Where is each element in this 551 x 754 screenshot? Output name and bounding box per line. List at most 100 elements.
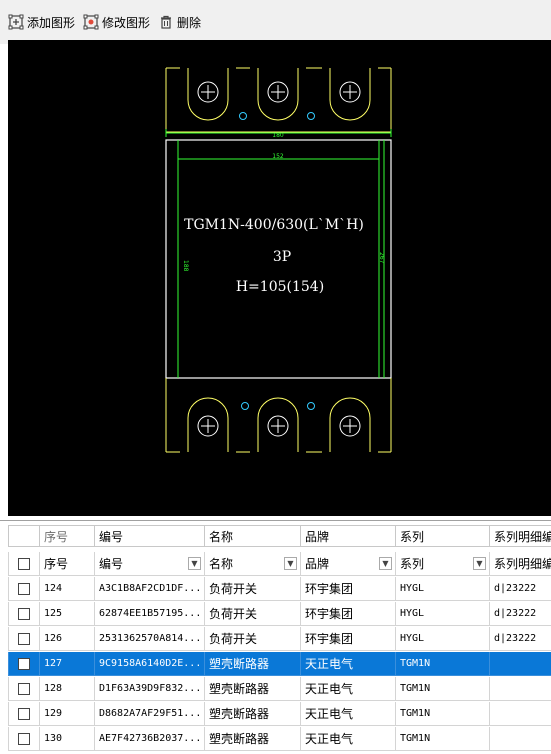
column-header-code[interactable]: 编号 ▼ [95,552,205,576]
cell-detail[interactable]: d|23222 [490,627,551,651]
delete-button[interactable]: 删除 [158,11,201,33]
cell-code[interactable]: AE7F42736B2037... [95,727,205,751]
cell-name[interactable]: 塑壳断路器 [205,727,301,751]
row-checkbox-cell [8,727,40,751]
brand-filter-dropdown-icon[interactable]: ▼ [379,557,392,570]
cell-series[interactable]: HYGL [396,602,490,626]
column-header-code-label: 编号 [99,557,124,571]
toolbar: 添加图形 修改图形 删除 [0,0,551,44]
cell-brand[interactable]: 天正电气 [301,652,396,676]
cell-detail[interactable] [490,677,551,701]
cell-detail[interactable]: d|23222 [490,577,551,601]
cell-detail[interactable] [490,727,551,751]
cell-series[interactable]: TGM1N [396,652,490,676]
series-filter-dropdown-icon[interactable]: ▼ [473,557,486,570]
cell-seq[interactable]: 129 [40,702,95,726]
cell-name[interactable]: 负荷开关 [205,627,301,651]
group-header-code[interactable]: 编号 [95,525,205,547]
row-checkbox-cell [8,602,40,626]
model-label: TGM1N-400/630(L`M`H) [184,217,364,233]
row-checkbox[interactable] [18,657,30,670]
add-shape-label: 添加图形 [27,15,76,30]
cell-series[interactable]: TGM1N [396,702,490,726]
cell-code[interactable]: 2531362570A814... [95,627,205,651]
outer-width-label: 180 [272,132,284,139]
height-label: H=105(154) [236,279,324,295]
cell-code[interactable]: 62874EE1B57195... [95,602,205,626]
table-row[interactable]: 126 2531362570A814... 负荷开关 环宇集团 HYGL d|23222 [8,627,551,651]
edit-shape-button[interactable]: 修改图形 [83,11,150,33]
inner-width-label: 152 [272,153,284,160]
row-checkbox[interactable] [18,607,30,620]
cell-code[interactable]: D8682A7AF29F51... [95,702,205,726]
name-filter-dropdown-icon[interactable]: ▼ [284,557,297,570]
row-checkbox[interactable] [18,732,30,745]
group-header-brand[interactable]: 品牌 [301,525,396,547]
column-header-series[interactable]: 系列 ▼ [396,552,490,576]
cell-name[interactable]: 负荷开关 [205,577,301,601]
cell-series[interactable]: HYGL [396,577,490,601]
drawing-canvas[interactable]: 180 152 188 267 TGM1N-400/630(L`M`H) 3P … [8,40,551,516]
select-all-cell [8,552,40,576]
cell-name[interactable]: 塑壳断路器 [205,702,301,726]
cell-brand[interactable]: 环宇集团 [301,577,396,601]
cell-code[interactable]: D1F63A39D9F832... [95,677,205,701]
cell-name[interactable]: 塑壳断路器 [205,652,301,676]
cell-seq[interactable]: 128 [40,677,95,701]
cell-seq[interactable]: 124 [40,577,95,601]
column-header-seq[interactable]: 序号 [40,552,95,576]
cell-code[interactable]: 9C9158A6140D2E... [95,652,205,676]
add-shape-button[interactable]: 添加图形 [8,11,75,33]
row-checkbox[interactable] [18,632,30,645]
table-row[interactable]: 129 D8682A7AF29F51... 塑壳断路器 天正电气 TGM1N [8,702,551,726]
bottom-terminal-block [165,378,392,453]
row-checkbox-cell [8,577,40,601]
top-screw-icons [197,81,361,103]
table-row[interactable]: 125 62874EE1B57195... 负荷开关 环宇集团 HYGL d|23222 [8,602,551,626]
poles-label: 3P [273,249,291,265]
table-row[interactable]: 124 A3C1B8AF2CD1DF... 负荷开关 环宇集团 HYGL d|23222 [8,577,551,601]
group-header-series[interactable]: 系列 [396,525,490,547]
top-mount-holes [239,112,315,120]
group-header-detail[interactable]: 系列明细编 [490,525,551,547]
cell-detail[interactable]: d|23222 [490,602,551,626]
cell-series[interactable]: HYGL [396,627,490,651]
cell-brand[interactable]: 环宇集团 [301,602,396,626]
cell-seq[interactable]: 130 [40,727,95,751]
group-header-row: 序号 编号 名称 品牌 系列 系列明细编 [8,525,551,549]
cell-name[interactable]: 负荷开关 [205,602,301,626]
breaker-drawing: 180 152 188 267 TGM1N-400/630(L`M`H) 3P … [165,67,392,453]
table-row[interactable]: 128 D1F63A39D9F832... 塑壳断路器 天正电气 TGM1N [8,677,551,701]
table-row[interactable]: 130 AE7F42736B2037... 塑壳断路器 天正电气 TGM1N [8,727,551,751]
row-checkbox[interactable] [18,582,30,595]
outer-height-label: 267 [378,252,385,264]
code-filter-dropdown-icon[interactable]: ▼ [188,557,201,570]
column-header-brand[interactable]: 品牌 ▼ [301,552,396,576]
cell-brand[interactable]: 天正电气 [301,702,396,726]
select-all-checkbox[interactable] [18,557,30,570]
cell-name[interactable]: 塑壳断路器 [205,677,301,701]
bottom-mount-holes [241,402,315,410]
column-header-detail[interactable]: 系列明细编 [490,552,551,576]
table-row[interactable]: 127 9C9158A6140D2E... 塑壳断路器 天正电气 TGM1N [8,652,551,676]
group-header-name[interactable]: 名称 [205,525,301,547]
column-header-name[interactable]: 名称 ▼ [205,552,301,576]
cell-seq[interactable]: 125 [40,602,95,626]
column-header-series-label: 系列 [400,557,425,571]
cell-detail[interactable] [490,652,551,676]
cell-brand[interactable]: 天正电气 [301,677,396,701]
cell-brand[interactable]: 天正电气 [301,727,396,751]
row-checkbox[interactable] [18,682,30,695]
cell-series[interactable]: TGM1N [396,727,490,751]
group-header-seq[interactable]: 序号 [40,525,95,547]
cell-seq[interactable]: 127 [40,652,95,676]
row-checkbox[interactable] [18,707,30,720]
delete-label: 删除 [177,15,202,30]
cell-seq[interactable]: 126 [40,627,95,651]
top-terminal-block [165,67,392,133]
cell-detail[interactable] [490,702,551,726]
cell-code[interactable]: A3C1B8AF2CD1DF... [95,577,205,601]
column-header-detail-label: 系列明细编 [494,557,551,571]
cell-series[interactable]: TGM1N [396,677,490,701]
cell-brand[interactable]: 环宇集团 [301,627,396,651]
